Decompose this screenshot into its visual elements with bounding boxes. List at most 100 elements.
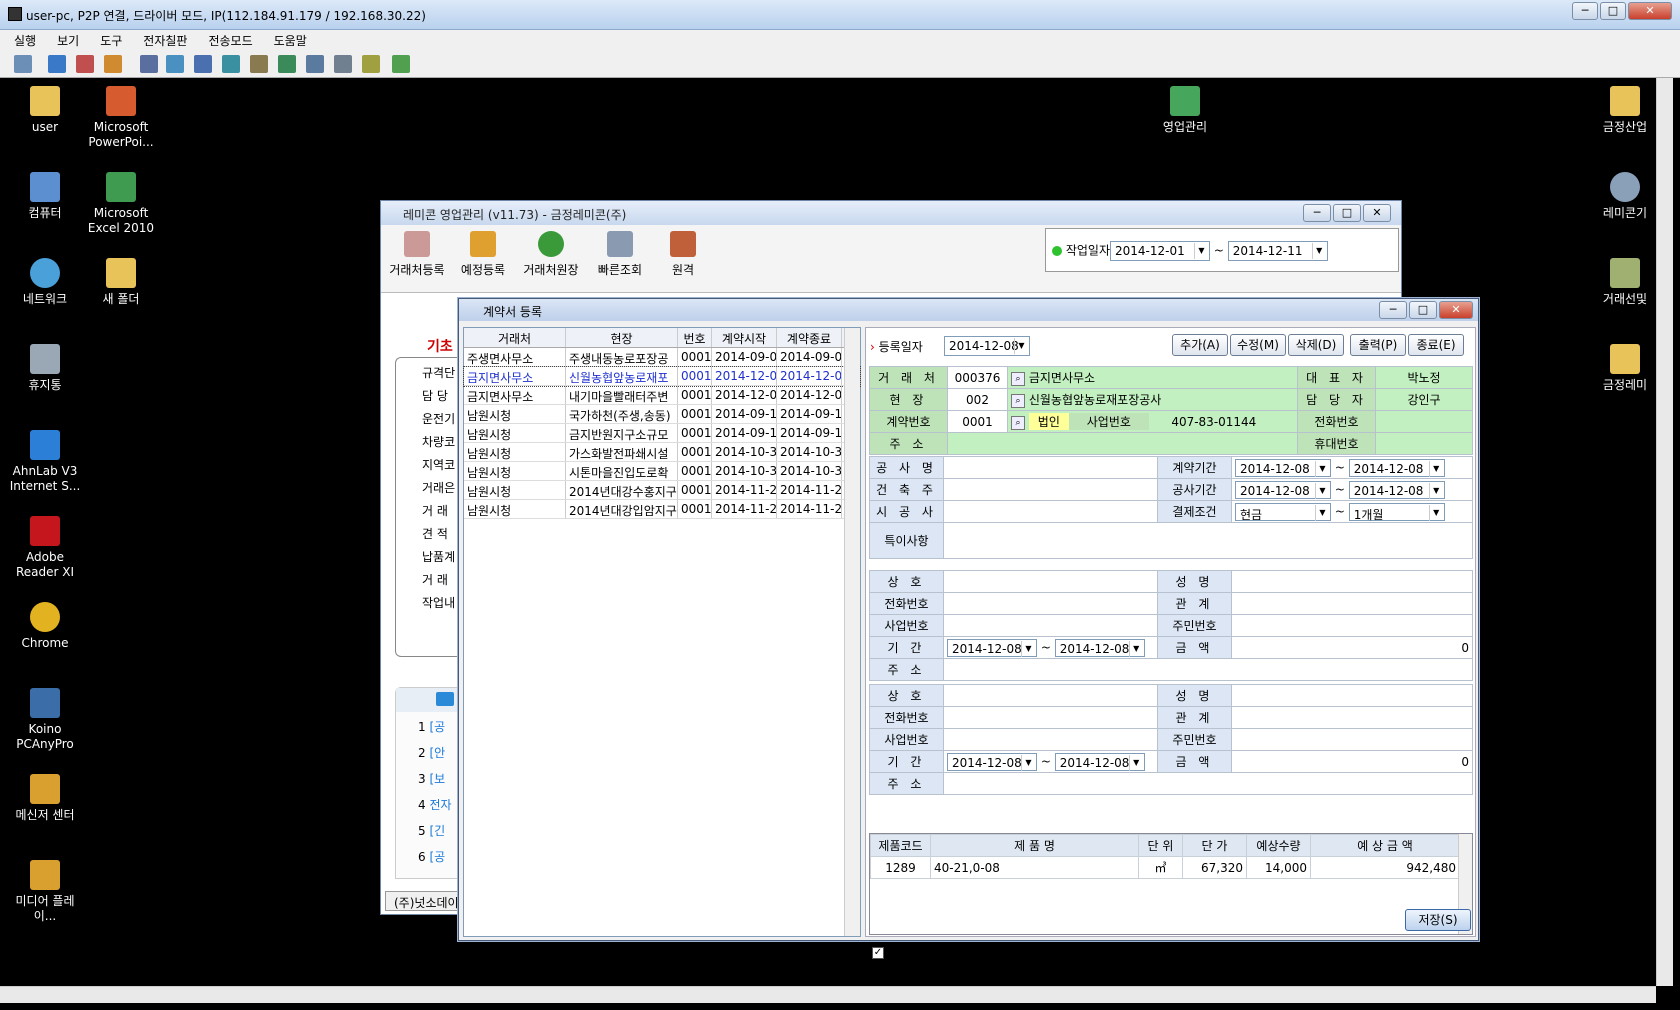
contract-period-to[interactable]: 2014-12-08 ▼ bbox=[1348, 458, 1445, 477]
remote-close-button[interactable]: ✕ bbox=[1628, 2, 1672, 20]
remote-vertical-scrollbar[interactable] bbox=[1656, 78, 1673, 986]
side-label[interactable]: 지역코 bbox=[422, 456, 459, 479]
party-a-from-select[interactable]: 2014-12-08 ▼ bbox=[947, 638, 1037, 657]
table-row[interactable]: 주생면사무소주생내동농로포장공00012014-09-062014-09-06 bbox=[464, 348, 860, 367]
main-maximize-button[interactable]: □ bbox=[1333, 204, 1361, 222]
remote-horizontal-scrollbar[interactable] bbox=[0, 986, 1656, 1003]
dialog-minimize-button[interactable]: ─ bbox=[1379, 301, 1407, 319]
desktop-icon-chrome[interactable]: Chrome bbox=[5, 602, 85, 651]
toolbar-search-icon[interactable] bbox=[166, 55, 184, 73]
side-label[interactable]: 거 래 bbox=[422, 502, 459, 525]
desktop-icon-geumjeong-industry[interactable]: 금정산업 bbox=[1595, 86, 1655, 135]
reg-date-select[interactable]: 2014-12-08 ▼ bbox=[944, 336, 1030, 356]
side-label[interactable]: 담 당 bbox=[422, 387, 459, 410]
table-row[interactable]: 남원시청가스화발전파쇄시설00012014-10-312014-10-31 bbox=[464, 443, 860, 462]
save-button[interactable]: 저장(S) bbox=[1405, 909, 1471, 931]
side-label[interactable]: 작업내 bbox=[422, 594, 459, 617]
side-label[interactable]: 차량코 bbox=[422, 433, 459, 456]
desktop-icon-ahnlab[interactable]: AhnLab V3 Internet S... bbox=[5, 430, 85, 494]
add-button[interactable]: 추가(A) bbox=[1172, 334, 1228, 356]
menu-view[interactable]: 보기 bbox=[43, 30, 86, 49]
quick-search-button[interactable]: 빠른조회 bbox=[591, 231, 649, 278]
toolbar-settings-icon[interactable] bbox=[362, 55, 380, 73]
search-icon[interactable]: ⌕ bbox=[1011, 371, 1025, 386]
toolbar-copy-icon[interactable] bbox=[194, 55, 212, 73]
toolbar-pc-icon[interactable] bbox=[278, 55, 296, 73]
list-scrollbar[interactable] bbox=[844, 328, 860, 936]
notice-item[interactable]: 1 [공 bbox=[396, 712, 459, 738]
notice-item[interactable]: 6 [공 bbox=[396, 842, 459, 868]
toolbar-chat-icon[interactable] bbox=[140, 55, 158, 73]
table-row[interactable]: 남원시청국가하천(주생,송동)00012014-09-192014-09-19 bbox=[464, 405, 860, 424]
notice-item[interactable]: 5 [긴 bbox=[396, 816, 459, 842]
table-row[interactable]: 남원시청2014년대강수홍지구00012014-11-212014-11-21 bbox=[464, 481, 860, 500]
notice-item[interactable]: 4 전자 bbox=[396, 790, 459, 816]
menu-help[interactable]: 도움말 bbox=[260, 30, 314, 49]
toolbar-file-icon[interactable] bbox=[104, 55, 122, 73]
side-label[interactable]: 납품계 bbox=[422, 548, 459, 571]
menu-tools[interactable]: 도구 bbox=[86, 30, 129, 49]
side-label[interactable]: 규격단 bbox=[422, 364, 459, 387]
party-b-from-select[interactable]: 2014-12-08 ▼ bbox=[947, 752, 1037, 771]
table-row-selected[interactable]: 금지면사무소신월농협앞농로재포00012014-12-082014-12-08 bbox=[463, 366, 861, 387]
payment-method-select[interactable]: 현금 ▼ bbox=[1235, 502, 1331, 522]
toolbar-network-icon[interactable] bbox=[222, 55, 240, 73]
toolbar-disconnect-icon[interactable] bbox=[392, 55, 410, 73]
vat-checkbox[interactable]: ✓ 부가세 포함 bbox=[872, 942, 947, 959]
desktop-icon-network[interactable]: 네트워크 bbox=[5, 258, 85, 307]
construction-period-from[interactable]: 2014-12-08 ▼ bbox=[1235, 480, 1331, 499]
date-to-select[interactable]: 2014-12-11 ▼ bbox=[1227, 241, 1328, 261]
desktop-icon-clients[interactable]: 거래선및 bbox=[1595, 258, 1655, 307]
desktop-icon-remicon[interactable]: 레미콘기 bbox=[1595, 172, 1655, 221]
side-label[interactable]: 운전기 bbox=[422, 410, 459, 433]
main-minimize-button[interactable]: ─ bbox=[1303, 204, 1331, 222]
search-icon[interactable]: ⌕ bbox=[1011, 393, 1025, 408]
delete-button[interactable]: 삭제(D) bbox=[1288, 334, 1344, 356]
desktop-icon-adobe-reader[interactable]: Adobe Reader XI bbox=[5, 516, 85, 580]
toolbar-user-icon[interactable] bbox=[250, 55, 268, 73]
table-row[interactable]: 남원시청시톤마을진입도로확00012014-10-312014-10-31 bbox=[464, 462, 860, 481]
side-label[interactable]: 거래은 bbox=[422, 479, 459, 502]
checkbox-icon[interactable]: ✓ bbox=[872, 947, 884, 959]
remote-button[interactable]: 원격 bbox=[661, 231, 705, 278]
edit-button[interactable]: 수정(M) bbox=[1230, 334, 1286, 356]
party-a-to-select[interactable]: 2014-12-08 ▼ bbox=[1054, 638, 1145, 657]
side-label[interactable]: 견 적 bbox=[422, 525, 459, 548]
toolbar-monitors-icon[interactable] bbox=[334, 55, 352, 73]
table-row[interactable]: 1289 40-21,0-08 ㎥ 67,320 14,000 942,480 bbox=[870, 856, 1460, 879]
desktop-icon-sales-app[interactable]: 영업관리 bbox=[1145, 86, 1225, 135]
client-register-button[interactable]: 거래처등록 bbox=[385, 231, 449, 278]
notice-item[interactable]: 2 [안 bbox=[396, 738, 459, 764]
desktop-icon-messenger[interactable]: 메신저 센터 bbox=[5, 774, 85, 823]
party-b-to-select[interactable]: 2014-12-08 ▼ bbox=[1054, 752, 1145, 771]
close-form-button[interactable]: 종료(E) bbox=[1408, 334, 1464, 356]
dialog-close-button[interactable]: ✕ bbox=[1439, 301, 1473, 319]
remote-maximize-button[interactable]: □ bbox=[1600, 2, 1626, 20]
schedule-register-button[interactable]: 예정등록 bbox=[455, 231, 511, 278]
desktop-icon-user[interactable]: user bbox=[5, 86, 85, 135]
desktop-icon-media-player[interactable]: 미디어 플레이... bbox=[5, 860, 85, 924]
table-row[interactable]: 남원시청금지반원지구소규모00012014-09-192014-09-19 bbox=[464, 424, 860, 443]
toolbar-screen-icon[interactable] bbox=[14, 55, 32, 73]
toolbar-phone-icon[interactable] bbox=[306, 55, 324, 73]
toolbar-monitor-icon[interactable] bbox=[48, 55, 66, 73]
menu-whiteboard[interactable]: 전자칠판 bbox=[129, 30, 194, 49]
desktop-icon-koino[interactable]: Koino PCAnyPro bbox=[5, 688, 85, 752]
menu-run[interactable]: 실행 bbox=[0, 30, 43, 49]
desktop-icon-powerpoint[interactable]: Microsoft PowerPoi... bbox=[81, 86, 161, 150]
search-icon[interactable]: ⌕ bbox=[1011, 415, 1025, 430]
toolbar-capture-icon[interactable] bbox=[76, 55, 94, 73]
client-ledger-button[interactable]: 거래처원장 bbox=[519, 231, 583, 278]
table-row[interactable]: 남원시청2014년대강입암지구00012014-11-212014-11-21 bbox=[464, 500, 860, 519]
desktop-icon-new-folder[interactable]: 새 폴더 bbox=[81, 258, 161, 307]
side-label[interactable]: 거 래 bbox=[422, 571, 459, 594]
notice-item[interactable]: 3 [보 bbox=[396, 764, 459, 790]
main-close-button[interactable]: ✕ bbox=[1363, 204, 1391, 222]
dialog-maximize-button[interactable]: □ bbox=[1409, 301, 1437, 319]
menu-transfer-mode[interactable]: 전송모드 bbox=[194, 30, 259, 49]
desktop-icon-computer[interactable]: 컴퓨터 bbox=[5, 172, 85, 221]
desktop-icon-geumjeong-remicon[interactable]: 금정레미 bbox=[1595, 344, 1655, 393]
desktop-icon-recycle-bin[interactable]: 휴지통 bbox=[5, 344, 85, 393]
payment-term-select[interactable]: 1개월 ▼ bbox=[1348, 502, 1445, 522]
date-from-select[interactable]: 2014-12-01 ▼ bbox=[1110, 241, 1210, 261]
